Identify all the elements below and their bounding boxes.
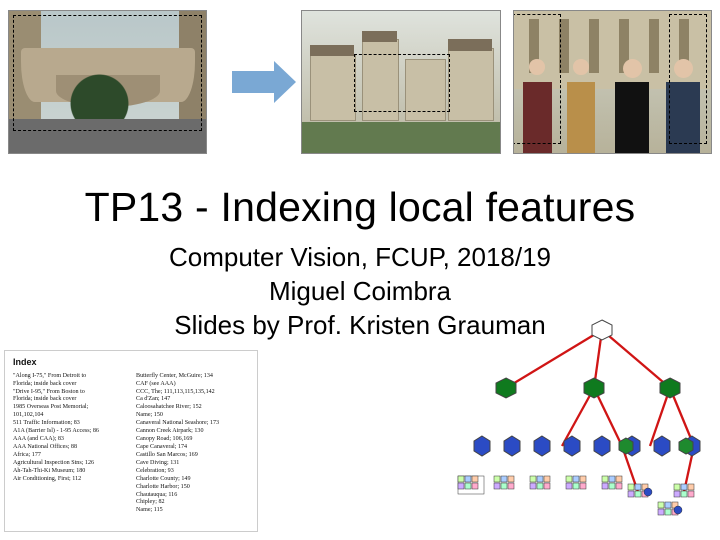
image-city-model [301,10,500,154]
book-index-image: Index "Along I-75," From Detroit to Flor… [4,350,258,532]
arrow-icon [219,71,289,93]
vocabulary-tree-diagram [412,316,712,532]
course-line: Computer Vision, FCUP, 2018/19 [169,242,551,272]
slide-title: TP13 - Indexing local features [0,184,720,231]
index-heading: Index [13,357,251,369]
image-bridge [8,10,207,154]
author-line: Miguel Coimbra [269,276,451,306]
index-col-left: "Along I-75," From Detroit to Florida; i… [13,373,128,516]
image-group-people [513,10,712,154]
header-image-row [0,0,720,156]
index-col-right: Butterfly Center, McGuire; 134 CAF (see … [136,373,251,516]
